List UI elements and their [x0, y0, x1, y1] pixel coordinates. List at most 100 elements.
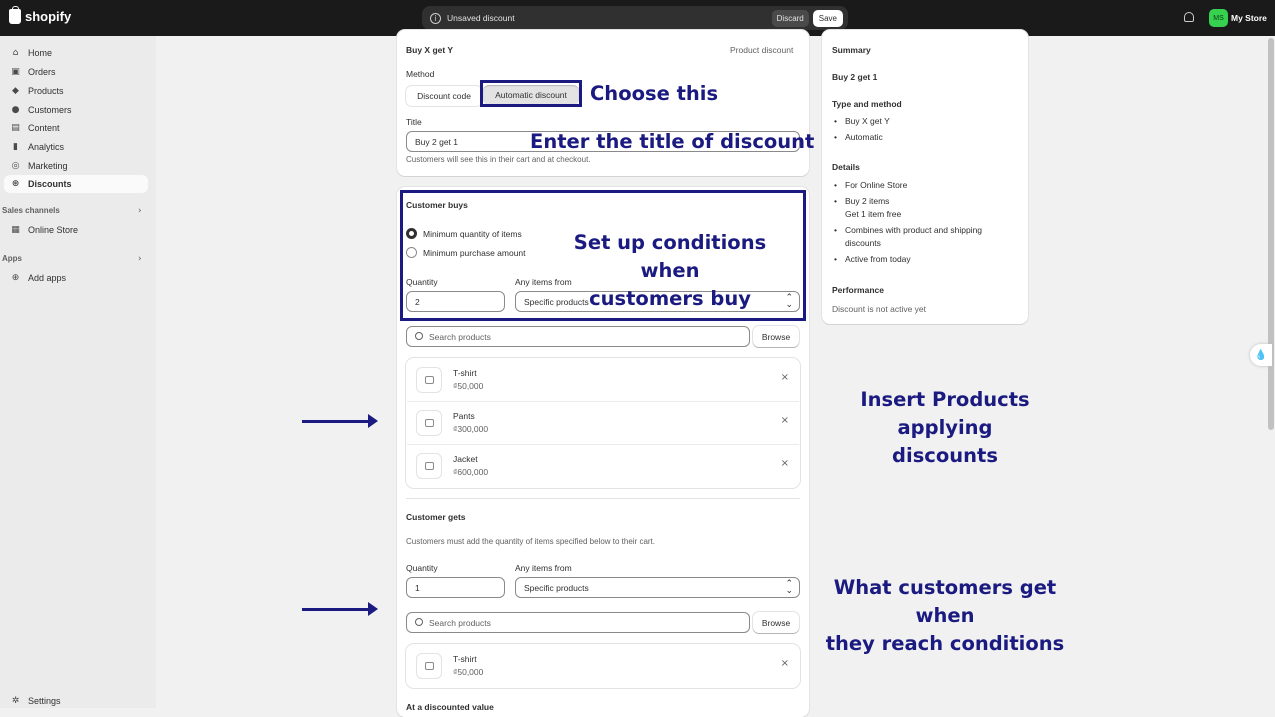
section-divider [406, 498, 800, 499]
sidebar-item-online-store[interactable]: ▦ Online Store [4, 221, 148, 239]
arrow-right-icon [302, 602, 378, 616]
remove-icon[interactable]: × [781, 372, 789, 383]
sidebar-item-content[interactable]: ▤ Content [4, 119, 148, 137]
list-item: Automatic [832, 131, 890, 144]
annotation-line: discounts [892, 444, 998, 467]
customer-gets-help: Customers must add the quantity of items… [406, 537, 656, 546]
select-arrows-icon: ⌃ ⌄ [785, 579, 793, 596]
buys-browse-button[interactable]: Browse [753, 326, 799, 347]
list-item-continued: discounts [832, 237, 982, 250]
store-name[interactable]: My Store [1231, 13, 1267, 23]
sales-channels-heading[interactable]: Sales channels [2, 206, 60, 215]
person-icon: ● [11, 104, 20, 115]
bell-icon[interactable] [1184, 12, 1194, 22]
method-label: Method [406, 69, 435, 79]
discard-button[interactable]: Discard [771, 9, 809, 27]
annotation-line: customers buy [589, 287, 751, 310]
product-price: ₫300,000 [453, 424, 489, 434]
details-heading: Details [832, 162, 860, 172]
product-row-tshirt: T-shirt ₫50,000 × [407, 644, 799, 687]
product-price: ₫600,000 [453, 467, 489, 477]
sidebar-item-analytics[interactable]: ▮ Analytics [4, 138, 148, 156]
sidebar-item-label: Orders [28, 67, 56, 77]
image-placeholder-icon [416, 410, 442, 436]
annotation-title: Enter the title of discount [530, 130, 815, 153]
shopify-logo[interactable]: shopify [9, 6, 72, 24]
gets-quantity-label: Quantity [406, 563, 438, 573]
contextual-save-bar: i Unsaved discount Discard Save [422, 6, 848, 30]
type-method-heading: Type and method [832, 99, 902, 109]
list-item: Combines with product and shipping [832, 224, 982, 237]
list-item: Active from today [832, 253, 982, 266]
annotation-products: Insert Products applying discounts [815, 386, 1075, 470]
avatar[interactable]: MS [1209, 9, 1228, 27]
sidebar-item-products[interactable]: ◆ Products [4, 82, 148, 100]
image-placeholder-icon [416, 653, 442, 679]
product-name: Jacket [453, 454, 478, 464]
product-row-jacket: Jacket ₫600,000 × [407, 444, 799, 487]
remove-icon[interactable]: × [781, 658, 789, 669]
product-price: ₫50,000 [453, 381, 484, 391]
title-label: Title [406, 117, 422, 127]
list-item: For Online Store [832, 179, 982, 192]
product-price: ₫50,000 [453, 667, 484, 677]
remove-icon[interactable]: × [781, 458, 789, 469]
sidebar-item-label: Online Store [28, 225, 79, 235]
sidebar-item-orders[interactable]: ▣ Orders [4, 63, 148, 81]
remove-icon[interactable]: × [781, 415, 789, 426]
gets-search-placeholder: Search products [429, 617, 491, 628]
gets-items-from-value: Specific products [524, 582, 589, 593]
performance-text: Discount is not active yet [832, 304, 927, 314]
sidebar: ⌂ Home ▣ Orders ◆ Products ● Customers ▤ Cont… [0, 36, 156, 708]
chevron-right-icon[interactable]: › [138, 254, 142, 264]
sidebar-item-discounts[interactable]: ⊛ Discounts [4, 175, 148, 193]
search-icon [415, 618, 423, 626]
home-icon: ⌂ [12, 47, 19, 58]
sidebar-item-settings[interactable]: ✲ Settings [4, 692, 148, 710]
shopify-bag-icon [9, 6, 21, 24]
scrollbar[interactable] [1268, 38, 1274, 430]
save-button[interactable]: Save [812, 9, 843, 27]
sidebar-item-label: Discounts [28, 179, 72, 189]
list-item-text: Get 1 item free [845, 209, 902, 219]
annotation-choose: Choose this [590, 82, 719, 105]
chevron-right-icon[interactable]: › [138, 206, 142, 216]
sidebar-item-home[interactable]: ⌂ Home [4, 44, 148, 62]
annotation-line: Insert Products applying [860, 388, 1030, 439]
summary-heading: Summary [832, 45, 871, 55]
gear-icon: ✲ [11, 695, 20, 706]
sidebar-item-add-apps[interactable]: ⊕ Add apps [4, 269, 148, 287]
buys-search-input[interactable]: Search products [406, 326, 750, 347]
list-item: Buy X get Y [832, 115, 890, 128]
sidebar-item-marketing[interactable]: ◎ Marketing [4, 157, 148, 175]
gets-search-input[interactable]: Search products [406, 612, 750, 633]
gets-browse-button[interactable]: Browse [753, 612, 799, 633]
annotation-conditions: Set up conditions when customers buy [548, 229, 792, 313]
customer-gets-heading: Customer gets [406, 512, 466, 522]
method-discount-code-button[interactable]: Discount code [406, 86, 482, 106]
brand-name: shopify [25, 9, 72, 24]
tag-icon: ◆ [12, 85, 19, 96]
gets-quantity-input[interactable]: 1 [406, 577, 505, 598]
buys-search-placeholder: Search products [429, 331, 491, 342]
image-icon: ▤ [11, 122, 20, 133]
gets-quantity-value: 1 [415, 582, 420, 593]
info-icon: i [430, 12, 441, 24]
sidebar-item-label: Add apps [28, 273, 67, 283]
apps-heading[interactable]: Apps [2, 254, 22, 263]
list-item-continued: Get 1 item free [832, 208, 982, 221]
product-name: T-shirt [453, 368, 477, 378]
list-item: Buy 2 items [832, 195, 982, 208]
sidebar-item-label: Analytics [28, 142, 65, 152]
sidebar-item-label: Customers [28, 105, 72, 115]
gets-items-from-select[interactable]: Specific products ⌃ ⌄ [515, 577, 800, 598]
sidebar-item-label: Home [28, 48, 53, 58]
target-icon: ◎ [11, 160, 20, 171]
discount-heading: Buy X get Y [406, 45, 454, 55]
chart-icon: ▮ [13, 141, 18, 152]
droplet-icon[interactable]: 💧 [1250, 344, 1272, 366]
annotation-line: What customers get when [833, 576, 1057, 627]
sidebar-item-label: Content [28, 123, 60, 133]
sidebar-item-customers[interactable]: ● Customers [4, 101, 148, 119]
type-method-list: Buy X get Y Automatic [832, 115, 890, 144]
